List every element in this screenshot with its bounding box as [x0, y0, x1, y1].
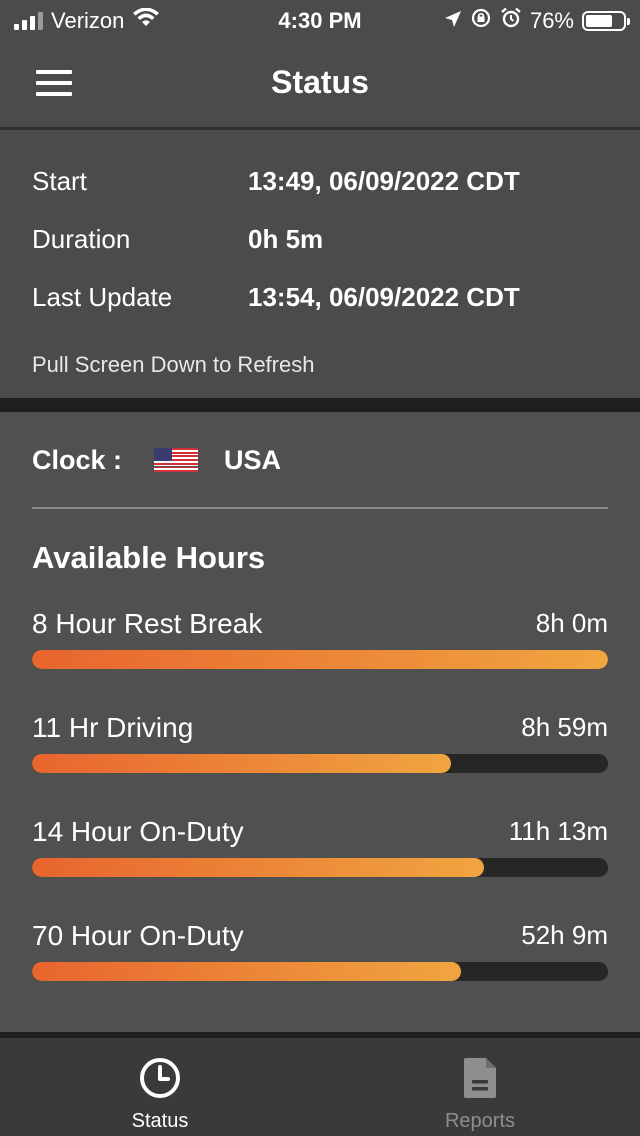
- refresh-hint: Pull Screen Down to Refresh: [32, 352, 315, 377]
- hours-progress-track: [32, 650, 608, 669]
- hours-label: 11 Hr Driving: [32, 712, 194, 743]
- document-icon: [462, 1056, 498, 1105]
- battery-percent: 76%: [529, 8, 574, 33]
- clock-icon: [138, 1056, 182, 1105]
- top-area: Verizon 4:30 PM 76% Status: [0, 0, 640, 130]
- hours-progress-bar: [32, 858, 485, 877]
- hours-label: 14 Hour On-Duty: [32, 816, 244, 847]
- hours-progress-bar: [32, 962, 461, 981]
- clock-row: Clock : USA: [32, 444, 281, 476]
- info-value: 13:54, 06/09/2022 CDT: [248, 282, 520, 312]
- clock-label: Clock :: [32, 444, 123, 475]
- info-label: Last Update: [32, 282, 173, 312]
- navigation-bar: Status: [0, 40, 640, 128]
- battery-icon: [582, 11, 630, 31]
- rotation-lock-icon: [470, 7, 492, 35]
- page-title: Status: [271, 64, 369, 100]
- status-bar: Verizon 4:30 PM 76%: [0, 0, 640, 40]
- info-value: 13:49, 06/09/2022 CDT: [248, 166, 520, 196]
- status-info-panel: Start 13:49, 06/09/2022 CDT Duration 0h …: [0, 130, 640, 398]
- info-label: Start: [32, 166, 87, 196]
- clock-divider: [32, 507, 608, 509]
- available-hours-title: Available Hours: [32, 540, 266, 575]
- alarm-icon: [500, 7, 522, 35]
- status-right: 76%: [444, 7, 630, 35]
- info-label: Duration: [32, 224, 131, 254]
- tab-label: Status: [131, 1110, 189, 1132]
- location-arrow-icon: [444, 8, 462, 34]
- clock-country: USA: [224, 444, 282, 475]
- hours-progress-bar: [32, 650, 608, 669]
- hours-value: 8h 59m: [521, 712, 608, 742]
- tab-reports[interactable]: Reports: [320, 1038, 640, 1136]
- tab-label: Reports: [444, 1110, 516, 1132]
- hours-progress-track: [32, 754, 608, 773]
- info-value: 0h 5m: [248, 224, 324, 254]
- tab-status[interactable]: Status: [0, 1038, 320, 1136]
- hours-value: 8h 0m: [535, 608, 608, 638]
- hours-label: 8 Hour Rest Break: [32, 608, 263, 639]
- tab-bar: Status Reports: [0, 1038, 640, 1136]
- us-flag-icon: [154, 448, 199, 472]
- hours-progress-track: [32, 858, 608, 877]
- hours-progress-bar: [32, 754, 451, 773]
- hours-panel: Clock : USA Available Hours 8 Hour Rest …: [0, 412, 640, 1032]
- hours-label: 70 Hour On-Duty: [32, 920, 244, 951]
- section-separator: [0, 398, 640, 412]
- hours-value: 11h 13m: [508, 816, 608, 846]
- hours-value: 52h 9m: [521, 920, 608, 950]
- hours-progress-track: [32, 962, 608, 981]
